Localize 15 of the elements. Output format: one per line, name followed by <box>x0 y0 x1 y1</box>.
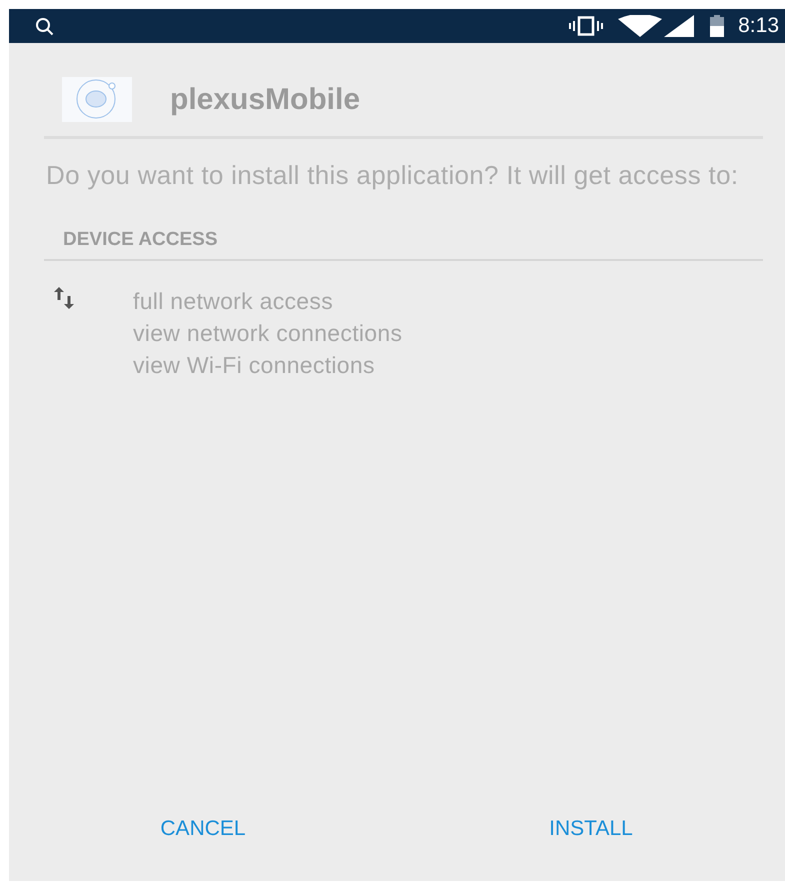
battery-icon <box>710 15 724 37</box>
search-icon[interactable] <box>35 16 54 36</box>
clock-time: 8:13 <box>738 14 779 38</box>
wifi-icon <box>618 15 662 37</box>
app-name: plexusMobile <box>170 82 360 116</box>
app-logo-icon <box>62 77 132 122</box>
install-prompt: Do you want to install this application? It will get access to: <box>46 159 740 191</box>
dialog-button[interactable]: INSTALL <box>397 811 785 847</box>
permission-text: view Wi-Fi connections <box>133 351 376 380</box>
up-down-arrows-icon <box>53 287 75 309</box>
signal-icon <box>664 15 694 37</box>
permission-text: full network access <box>133 287 334 316</box>
section-header: DEVICE ACCESS <box>44 229 763 261</box>
permission-text: view network connections <box>133 319 402 348</box>
dialog-button[interactable]: CANCEL <box>9 811 397 847</box>
